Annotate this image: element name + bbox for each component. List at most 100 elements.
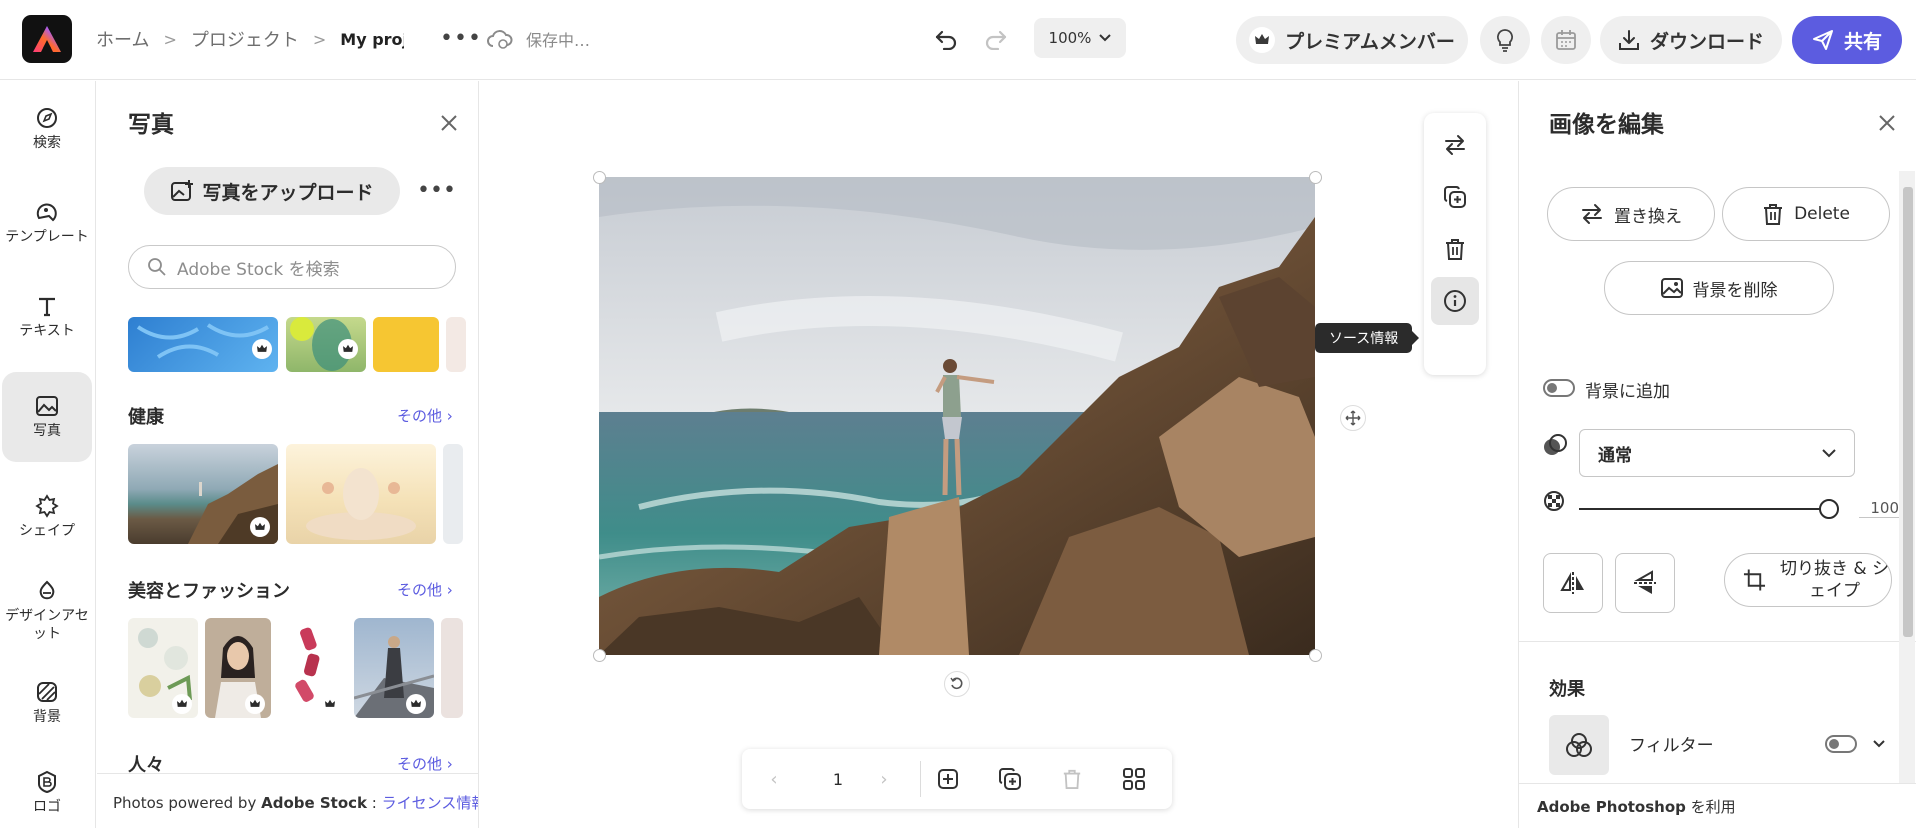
- license-info-link[interactable]: ライセンス情報: [382, 794, 478, 812]
- replace-tool-button[interactable]: [1431, 121, 1479, 169]
- stock-photo-thumbnail[interactable]: [286, 444, 436, 544]
- stock-photo-thumbnail[interactable]: [441, 618, 463, 718]
- attribution-brand: Adobe Stock: [261, 794, 368, 812]
- crop-and-shape-button[interactable]: 切り抜き & シェイプ: [1724, 553, 1892, 607]
- filter-toggle[interactable]: [1825, 735, 1857, 753]
- next-page-button[interactable]: ›: [866, 761, 902, 797]
- more-options-button[interactable]: •••: [440, 22, 481, 56]
- photo-results: 健康 その他 › 美容とファッション その他 › 人々 その他 ›: [97, 317, 478, 773]
- chevron-down-icon: [1822, 448, 1836, 457]
- delete-page-button[interactable]: [1054, 761, 1090, 797]
- chevron-down-icon[interactable]: [1873, 740, 1885, 748]
- panel-scrollbar-thumb[interactable]: [1903, 187, 1913, 637]
- trash-icon: [1446, 239, 1464, 260]
- stock-photo-thumbnail[interactable]: [128, 618, 198, 718]
- rail-item-design-assets[interactable]: デザインアセット: [2, 565, 92, 657]
- previous-page-button[interactable]: ‹: [756, 761, 792, 797]
- background-icon: [37, 682, 57, 702]
- rail-item-text[interactable]: テキスト: [2, 285, 92, 349]
- see-more-link[interactable]: その他 ›: [397, 579, 453, 600]
- zoom-dropdown[interactable]: 100%: [1034, 18, 1126, 58]
- rail-item-background[interactable]: 背景: [2, 671, 92, 735]
- rail-item-templates[interactable]: テンプレート: [2, 191, 92, 255]
- rail-item-photos[interactable]: 写真: [2, 372, 92, 462]
- rotate-handle[interactable]: [944, 671, 970, 697]
- breadcrumb-home[interactable]: ホーム: [96, 26, 149, 52]
- premium-member-button[interactable]: プレミアムメンバー: [1236, 16, 1468, 64]
- flip-vertical-button[interactable]: [1615, 553, 1675, 613]
- filter-thumbnail[interactable]: [1549, 715, 1609, 775]
- category-title: 美容とファッション: [128, 581, 290, 602]
- duplicate-icon: [1444, 186, 1466, 208]
- delete-label: Delete: [1794, 204, 1850, 224]
- stock-photo-thumbnail[interactable]: [128, 317, 278, 372]
- template-icon: [36, 203, 57, 222]
- remove-background-label: 背景を削除: [1692, 280, 1778, 301]
- opacity-value[interactable]: 100: [1859, 499, 1899, 518]
- stock-attribution: Photos powered by Adobe Stock : ライセンス情報: [97, 773, 478, 828]
- resize-handle-top-right[interactable]: [1309, 171, 1322, 184]
- stock-photo-thumbnail[interactable]: [354, 618, 434, 718]
- stock-photo-thumbnail[interactable]: [443, 444, 463, 544]
- replace-button[interactable]: 置き換え: [1547, 187, 1715, 241]
- breadcrumb-projects[interactable]: プロジェクト: [191, 26, 299, 52]
- duplicate-page-button[interactable]: [992, 761, 1028, 797]
- project-name[interactable]: My proje: [340, 30, 404, 49]
- stock-search-input[interactable]: Adobe Stock を検索: [128, 245, 456, 289]
- stock-photo-thumbnail[interactable]: [446, 317, 466, 372]
- rail-item-logo[interactable]: ロゴ: [2, 761, 92, 825]
- source-info-tooltip: ソース情報: [1315, 323, 1420, 353]
- schedule-button[interactable]: [1541, 16, 1591, 64]
- opacity-icon: [1544, 491, 1564, 511]
- move-handle[interactable]: [1340, 405, 1366, 431]
- photoshop-attribution: Adobe Photoshop を利用: [1519, 783, 1916, 828]
- resize-handle-top-left[interactable]: [593, 171, 606, 184]
- add-to-background-toggle[interactable]: [1543, 379, 1575, 397]
- more-options-button[interactable]: •••: [417, 176, 456, 206]
- shape-icon: [35, 494, 59, 518]
- delete-button[interactable]: Delete: [1722, 187, 1890, 241]
- undo-icon: [935, 30, 957, 50]
- canvas-area: ソース情報 ‹ 1 ›: [480, 81, 1517, 828]
- redo-button[interactable]: [978, 22, 1014, 56]
- stock-photo-thumbnail[interactable]: [205, 618, 271, 718]
- source-info-button[interactable]: [1431, 277, 1479, 325]
- stock-photo-thumbnail[interactable]: [278, 618, 346, 718]
- trash-icon: [1764, 204, 1783, 225]
- premium-crown-icon: [338, 339, 358, 359]
- rail-item-search[interactable]: 検索: [2, 97, 92, 161]
- text-icon: [39, 297, 55, 317]
- adobe-express-logo[interactable]: [22, 15, 72, 63]
- rail-item-shapes[interactable]: シェイプ: [2, 485, 92, 549]
- page-grid-button[interactable]: [1116, 761, 1152, 797]
- see-more-link[interactable]: その他 ›: [397, 753, 453, 773]
- save-status-text: 保存中…: [526, 31, 591, 50]
- resize-handle-bottom-left[interactable]: [593, 649, 606, 662]
- duplicate-tool-button[interactable]: [1431, 173, 1479, 221]
- download-button[interactable]: ダウンロード: [1600, 16, 1782, 64]
- close-icon[interactable]: [1877, 113, 1897, 133]
- opacity-slider-track[interactable]: [1579, 508, 1827, 510]
- upload-image-icon: [171, 180, 194, 201]
- stock-photo-thumbnail[interactable]: [373, 317, 439, 372]
- add-page-button[interactable]: [930, 761, 966, 797]
- save-status: 保存中…: [486, 22, 590, 56]
- remove-background-button[interactable]: 背景を削除: [1604, 261, 1834, 315]
- stock-photo-thumbnail[interactable]: [286, 317, 366, 372]
- undo-button[interactable]: [928, 22, 964, 56]
- delete-tool-button[interactable]: [1431, 225, 1479, 273]
- stock-photo-thumbnail[interactable]: [128, 444, 278, 544]
- see-more-link[interactable]: その他 ›: [397, 405, 453, 426]
- resize-handle-bottom-right[interactable]: [1309, 649, 1322, 662]
- blend-mode-dropdown[interactable]: 通常: [1579, 429, 1855, 477]
- premium-label: プレミアムメンバー: [1285, 30, 1455, 53]
- opacity-slider-thumb[interactable]: [1819, 499, 1839, 519]
- ideas-button[interactable]: [1480, 16, 1530, 64]
- share-button[interactable]: 共有: [1792, 16, 1902, 64]
- selected-photo[interactable]: [599, 177, 1315, 655]
- flip-horizontal-button[interactable]: [1543, 553, 1603, 613]
- breadcrumb-separator-icon: >: [312, 29, 327, 49]
- close-icon[interactable]: [439, 113, 459, 133]
- upload-photo-button[interactable]: 写真をアップロード: [144, 167, 400, 215]
- rail-item-label: 写真: [33, 423, 61, 439]
